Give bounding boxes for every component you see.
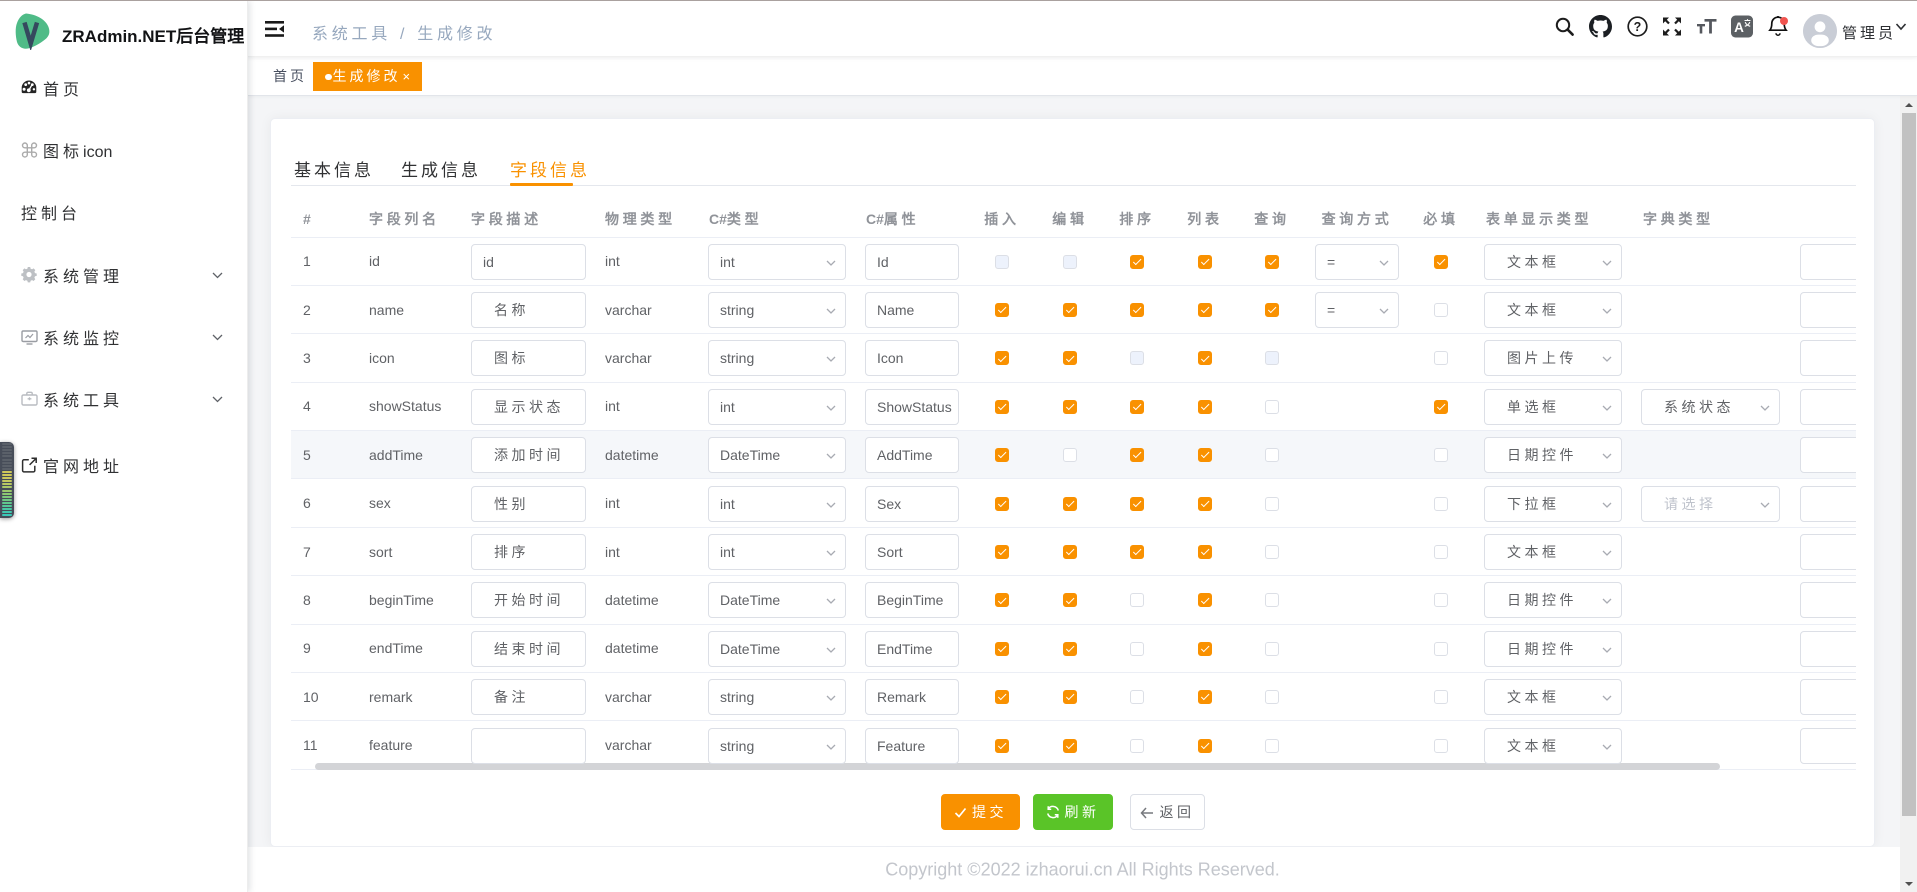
- svg-text:?: ?: [1634, 20, 1642, 34]
- svg-text:A: A: [1734, 20, 1744, 35]
